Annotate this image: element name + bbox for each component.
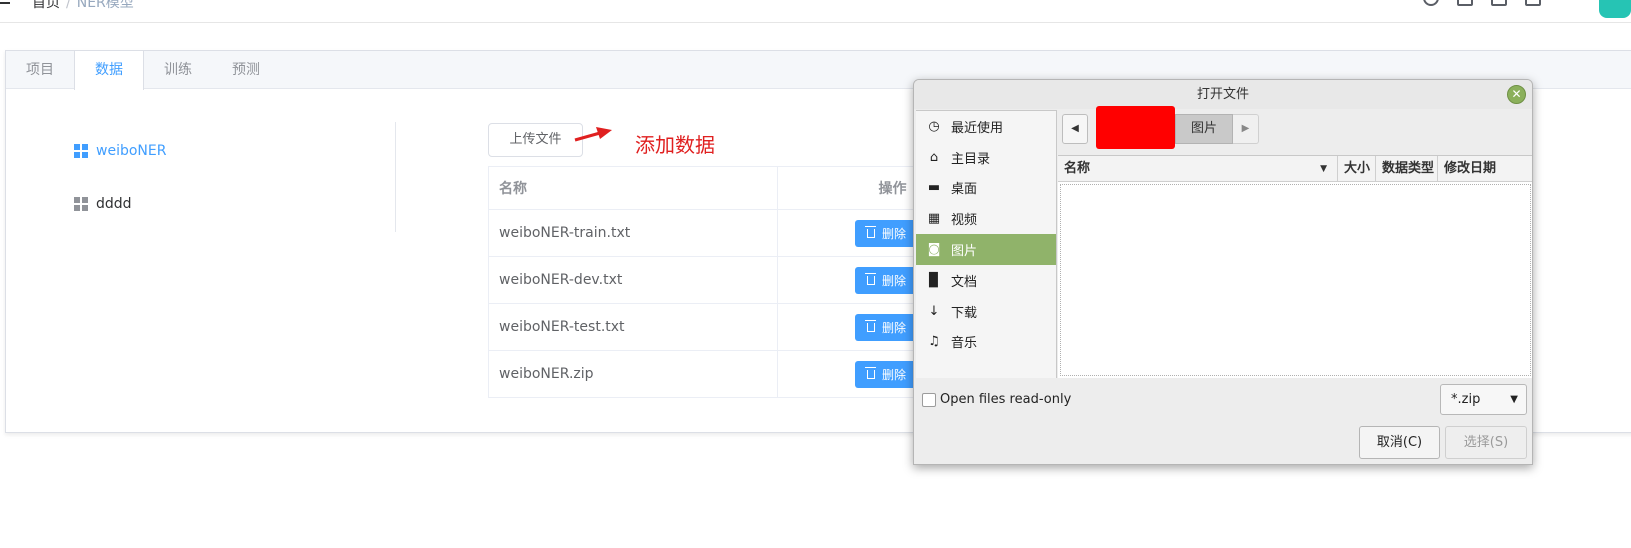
annotation-arrow-icon [574,127,612,142]
annotation-text: 添加数据 [635,133,715,157]
place-recent[interactable]: ◷ 最近使用 [916,111,1056,142]
place-label: 视频 [951,213,978,229]
place-home[interactable]: ⌂ 主目录 [916,142,1056,173]
tab-project[interactable]: 项目 [6,51,74,89]
music-icon: ♫ [928,334,940,350]
trash-icon [865,319,876,332]
tab-data[interactable]: 数据 [74,51,144,90]
dialog-title: 打开文件 [914,80,1532,109]
redacted-path-segment[interactable] [1096,105,1175,149]
column-name-label: 名称 [1064,161,1091,176]
project-label: dddd [96,196,132,212]
delete-label: 删除 [882,367,907,382]
open-file-dialog: 打开文件 ✕ ◷ 最近使用 ⌂ 主目录 ▬ 桌面 ▦ 视频 ◙ 图片 ▉ 文档 ↓ 下载 ♫ 音… [913,79,1533,465]
trash-icon [865,225,876,238]
camera-icon: ◙ [927,242,941,258]
column-size[interactable]: 大小 [1338,156,1376,182]
delete-button[interactable]: 删除 [855,313,919,341]
readonly-checkbox[interactable] [922,392,936,407]
place-label: 文档 [951,274,978,290]
file-list-header: 名称 ▼ 大小 数据类型 修改日期 [1058,156,1532,182]
column-header-name: 名称 [488,166,778,210]
grid-icon [74,197,88,211]
places-sidebar: ◷ 最近使用 ⌂ 主目录 ▬ 桌面 ▦ 视频 ◙ 图片 ▉ 文档 ↓ 下载 ♫ 音乐 [916,110,1057,378]
tab-train[interactable]: 训练 [144,51,212,89]
place-label: 桌面 [951,182,978,198]
file-name: weiboNER-test.txt [488,303,778,351]
column-name[interactable]: 名称 ▼ [1058,156,1338,182]
readonly-option: Open files read-only [922,392,1071,407]
sort-down-icon: ▼ [1320,164,1327,174]
delete-label: 删除 [882,273,907,288]
path-back-icon[interactable]: ◀ [1062,114,1088,144]
cancel-button[interactable]: 取消(C) [1359,426,1440,459]
readonly-label: Open files read-only [940,392,1072,407]
trash-icon [865,272,876,285]
file-filter-select[interactable]: *.zip ▼ [1440,384,1527,415]
clock-icon: ◷ [928,118,940,134]
breadcrumb: 首页 / NER模型 [32,0,134,12]
project-item-weiboner[interactable]: weiboNER [74,143,166,159]
project-label: weiboNER [96,143,167,159]
place-desktop[interactable]: ▬ 桌面 [916,173,1056,204]
close-icon[interactable]: ✕ [1507,85,1526,104]
delete-label: 删除 [882,320,907,335]
path-bar: ◀ 图片 ▶ [1062,105,1260,149]
place-pictures[interactable]: ◙ 图片 [916,234,1056,265]
select-button[interactable]: 选择(S) [1445,426,1527,459]
place-downloads[interactable]: ↓ 下载 [916,296,1056,327]
place-music[interactable]: ♫ 音乐 [916,327,1056,358]
delete-button[interactable]: 删除 [855,266,919,294]
project-item-dddd[interactable]: dddd [74,196,132,212]
avatar[interactable] [1599,0,1631,18]
place-documents[interactable]: ▉ 文档 [916,265,1056,296]
divider [395,122,396,232]
image-icon[interactable] [1525,0,1541,6]
document-icon: ▉ [929,272,939,288]
chevron-down-icon: ▼ [1510,394,1518,405]
file-name: weiboNER-dev.txt [488,256,778,304]
top-header: 首页 / NER模型 [0,0,1631,23]
upload-file-button[interactable]: 上传文件 [488,123,583,157]
menu-toggle-icon[interactable] [0,0,10,4]
file-list-body[interactable] [1060,184,1531,376]
breadcrumb-current: NER模型 [76,0,134,11]
column-date[interactable]: 修改日期 [1438,156,1532,182]
delete-button[interactable]: 删除 [855,219,919,247]
file-name: weiboNER-train.txt [488,209,778,257]
place-label: 主目录 [951,151,991,167]
place-label: 最近使用 [951,120,1004,136]
column-type[interactable]: 数据类型 [1376,156,1438,182]
filter-value: *.zip [1451,392,1481,407]
place-label: 下载 [951,305,978,321]
font-size-icon[interactable] [1491,0,1507,6]
place-videos[interactable]: ▦ 视频 [916,203,1056,234]
download-icon: ↓ [928,303,940,319]
search-icon[interactable] [1423,0,1439,6]
desktop-icon: ▬ [927,180,941,196]
trash-icon [865,366,876,379]
breadcrumb-home[interactable]: 首页 [32,0,60,11]
film-icon: ▦ [927,211,941,227]
place-label: 图片 [951,244,978,260]
tab-predict[interactable]: 预测 [212,51,280,89]
delete-button[interactable]: 删除 [855,360,919,388]
header-tools [1423,0,1541,6]
file-name: weiboNER.zip [488,350,778,398]
path-forward-icon[interactable]: ▶ [1233,114,1260,144]
path-segment-current[interactable]: 图片 [1175,114,1234,144]
file-list: 名称 ▼ 大小 数据类型 修改日期 [1058,155,1532,378]
delete-label: 删除 [882,226,907,241]
grid-icon [74,144,88,158]
fullscreen-icon[interactable] [1457,0,1473,6]
home-icon: ⌂ [929,149,939,165]
place-label: 音乐 [951,336,978,352]
breadcrumb-separator: / [66,0,71,11]
